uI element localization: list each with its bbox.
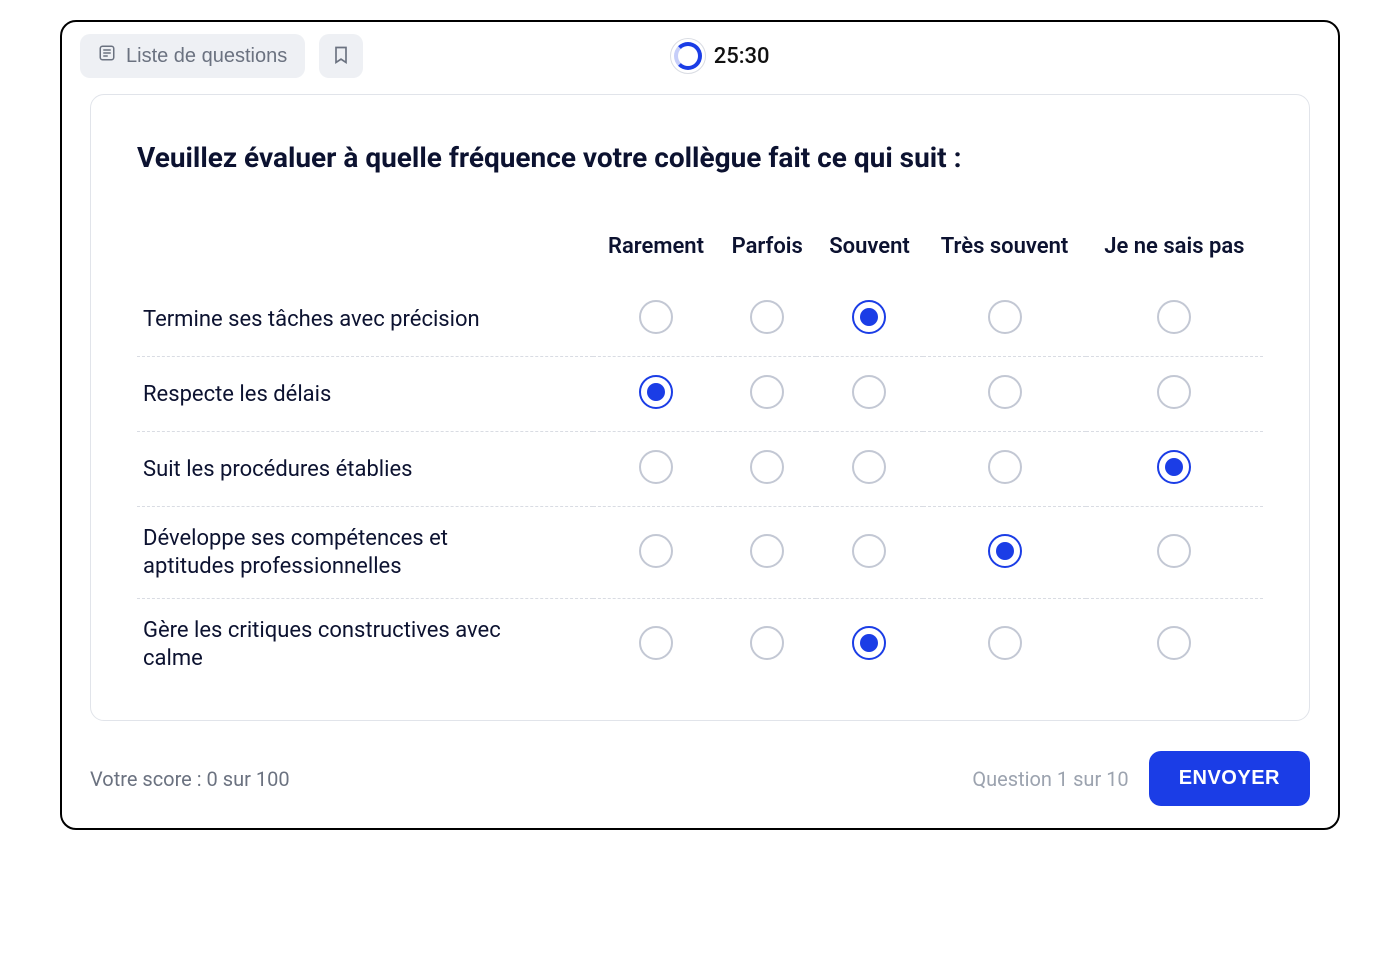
radio-option[interactable]	[1157, 375, 1191, 409]
row-label: Termine ses tâches avec précision	[143, 306, 523, 334]
matrix-row: Suit les procédures établies	[137, 432, 1263, 507]
radio-option[interactable]	[988, 534, 1022, 568]
radio-option[interactable]	[988, 300, 1022, 334]
row-label: Gère les critiques constructives avec ca…	[143, 617, 523, 672]
radio-option[interactable]	[639, 375, 673, 409]
list-icon	[98, 44, 116, 68]
question-title: Veuillez évaluer à quelle fréquence votr…	[137, 141, 1263, 174]
radio-option[interactable]	[750, 534, 784, 568]
question-list-label: Liste de questions	[126, 45, 287, 68]
column-header: Parfois	[719, 224, 816, 282]
score-text: Votre score : 0 sur 100	[90, 767, 290, 791]
radio-option[interactable]	[852, 375, 886, 409]
radio-option[interactable]	[988, 375, 1022, 409]
radio-option[interactable]	[1157, 626, 1191, 660]
question-list-button[interactable]: Liste de questions	[80, 34, 305, 78]
row-label: Développe ses compétences et aptitudes p…	[143, 525, 523, 580]
radio-option[interactable]	[1157, 450, 1191, 484]
bookmark-button[interactable]	[319, 34, 363, 78]
submit-button[interactable]: ENVOYER	[1149, 751, 1310, 806]
radio-option[interactable]	[750, 626, 784, 660]
matrix-row: Termine ses tâches avec précision	[137, 282, 1263, 357]
row-label: Suit les procédures établies	[143, 456, 523, 484]
column-header: Souvent	[816, 224, 924, 282]
radio-option[interactable]	[852, 626, 886, 660]
rating-matrix: RarementParfoisSouventTrès souventJe ne …	[137, 224, 1263, 690]
radio-option[interactable]	[988, 450, 1022, 484]
radio-option[interactable]	[852, 534, 886, 568]
bookmark-icon	[331, 43, 351, 70]
radio-option[interactable]	[1157, 300, 1191, 334]
radio-option[interactable]	[639, 450, 673, 484]
matrix-row: Gère les critiques constructives avec ca…	[137, 599, 1263, 691]
column-header: Rarement	[593, 224, 719, 282]
matrix-row: Respecte les délais	[137, 357, 1263, 432]
radio-option[interactable]	[639, 300, 673, 334]
matrix-row: Développe ses compétences et aptitudes p…	[137, 507, 1263, 599]
radio-option[interactable]	[639, 626, 673, 660]
radio-option[interactable]	[750, 450, 784, 484]
radio-option[interactable]	[750, 300, 784, 334]
question-card: Veuillez évaluer à quelle fréquence votr…	[90, 94, 1310, 721]
spinner-icon	[674, 42, 702, 70]
quiz-container: Liste de questions 25:30 Veuillez évalue…	[60, 20, 1340, 830]
radio-option[interactable]	[852, 300, 886, 334]
timer-text: 25:30	[714, 44, 770, 69]
row-label-header	[137, 224, 593, 282]
footer: Votre score : 0 sur 100 Question 1 sur 1…	[62, 739, 1338, 828]
radio-option[interactable]	[988, 626, 1022, 660]
radio-option[interactable]	[852, 450, 886, 484]
radio-option[interactable]	[1157, 534, 1191, 568]
radio-option[interactable]	[750, 375, 784, 409]
timer: 25:30	[377, 42, 1066, 70]
radio-option[interactable]	[639, 534, 673, 568]
topbar: Liste de questions 25:30	[62, 22, 1338, 84]
column-header: Je ne sais pas	[1086, 224, 1263, 282]
column-header: Très souvent	[923, 224, 1085, 282]
progress-text: Question 1 sur 10	[972, 767, 1128, 791]
row-label: Respecte les délais	[143, 381, 523, 409]
